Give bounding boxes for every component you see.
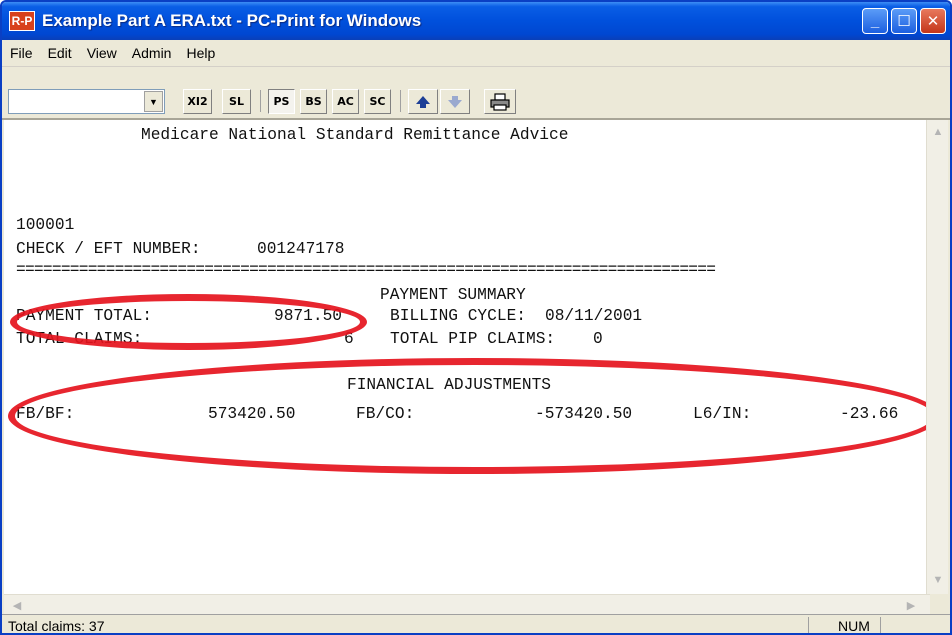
document-view: Medicare National Standard Remittance Ad… xyxy=(4,120,930,594)
total-claims-value: 6 xyxy=(344,330,354,348)
status-bar: Total claims: 37 NUM xyxy=(2,614,950,634)
menu-admin[interactable]: Admin xyxy=(132,45,172,61)
next-page-button[interactable] xyxy=(440,89,470,114)
financial-adjustments-heading: FINANCIAL ADJUSTMENTS xyxy=(347,376,551,394)
app-window: R-P Example Part A ERA.txt - PC-Print fo… xyxy=(0,0,952,635)
menu-edit[interactable]: Edit xyxy=(48,45,72,61)
maximize-icon: ☐ xyxy=(897,13,911,30)
payment-total-label: PAYMENT TOTAL: xyxy=(16,307,152,325)
xi2-button[interactable]: XI2 xyxy=(183,89,212,114)
vertical-scrollbar[interactable]: ▲ ▼ xyxy=(926,120,948,594)
scroll-left-icon[interactable]: ◀ xyxy=(6,595,28,615)
payment-summary-heading: PAYMENT SUMMARY xyxy=(380,286,526,304)
maximize-button[interactable]: ☐ xyxy=(891,8,917,34)
menu-file[interactable]: File xyxy=(10,45,33,61)
toolbar-combo[interactable]: ▼ xyxy=(8,89,165,114)
chevron-down-icon[interactable]: ▼ xyxy=(144,91,163,112)
billing-cycle-value: 08/11/2001 xyxy=(545,307,643,325)
arrow-down-icon xyxy=(448,95,462,108)
horizontal-scrollbar[interactable]: ◀ ▶ xyxy=(4,594,930,614)
sl-button[interactable]: SL xyxy=(222,89,251,114)
toolbar-separator xyxy=(400,90,401,112)
adjustment-label-fb-co: FB/CO: xyxy=(356,405,415,423)
ac-button[interactable]: AC xyxy=(332,89,359,114)
status-separator xyxy=(880,617,881,633)
toolbar-separator xyxy=(260,90,261,112)
bs-button[interactable]: BS xyxy=(300,89,327,114)
adjustment-value-l6-in: -23.66 xyxy=(840,405,899,423)
minimize-icon: _ xyxy=(870,12,880,30)
printer-icon xyxy=(490,92,510,111)
window-controls: _ ☐ ✕ xyxy=(862,8,946,34)
window-title: Example Part A ERA.txt - PC-Print for Wi… xyxy=(42,11,422,30)
adjustment-label-l6-in: L6/IN: xyxy=(693,405,752,423)
adjustment-value-fb-bf: 573420.50 xyxy=(208,405,296,423)
status-separator xyxy=(808,617,809,633)
menu-help[interactable]: Help xyxy=(186,45,215,61)
total-claims-label: TOTAL CLAIMS: xyxy=(16,330,143,348)
total-pip-claims-value: 0 xyxy=(593,330,603,348)
adjustment-label-fb-bf: FB/BF: xyxy=(16,405,75,423)
app-logo-icon: R-P xyxy=(9,11,35,31)
arrow-up-icon xyxy=(416,95,430,108)
scroll-up-icon[interactable]: ▲ xyxy=(927,122,949,142)
check-eft-label: CHECK / EFT NUMBER: xyxy=(16,240,201,258)
billing-cycle-label: BILLING CYCLE: xyxy=(390,307,526,325)
print-button[interactable] xyxy=(484,89,516,114)
sc-button[interactable]: SC xyxy=(364,89,391,114)
toolbar: ▼ XI2 SL PS BS AC SC xyxy=(2,68,950,120)
scroll-down-icon[interactable]: ▼ xyxy=(927,570,949,590)
close-button[interactable]: ✕ xyxy=(920,8,946,34)
status-num-lock: NUM xyxy=(838,618,870,634)
document-header: Medicare National Standard Remittance Ad… xyxy=(141,126,569,144)
payment-total-value: 9871.50 xyxy=(274,307,342,325)
title-bar[interactable]: R-P Example Part A ERA.txt - PC-Print fo… xyxy=(2,2,950,40)
provider-number: 100001 xyxy=(16,216,75,234)
separator-line: ========================================… xyxy=(16,261,716,279)
total-pip-claims-label: TOTAL PIP CLAIMS: xyxy=(390,330,556,348)
menu-view[interactable]: View xyxy=(87,45,117,61)
check-eft-value: 001247178 xyxy=(257,240,345,258)
adjustment-value-fb-co: -573420.50 xyxy=(535,405,633,423)
close-icon: ✕ xyxy=(926,13,940,30)
status-total-claims: Total claims: 37 xyxy=(8,618,105,634)
scroll-right-icon[interactable]: ▶ xyxy=(900,595,922,615)
ps-button[interactable]: PS xyxy=(268,89,295,114)
previous-page-button[interactable] xyxy=(408,89,438,114)
menu-bar: File Edit View Admin Help xyxy=(2,40,950,67)
minimize-button[interactable]: _ xyxy=(862,8,888,34)
